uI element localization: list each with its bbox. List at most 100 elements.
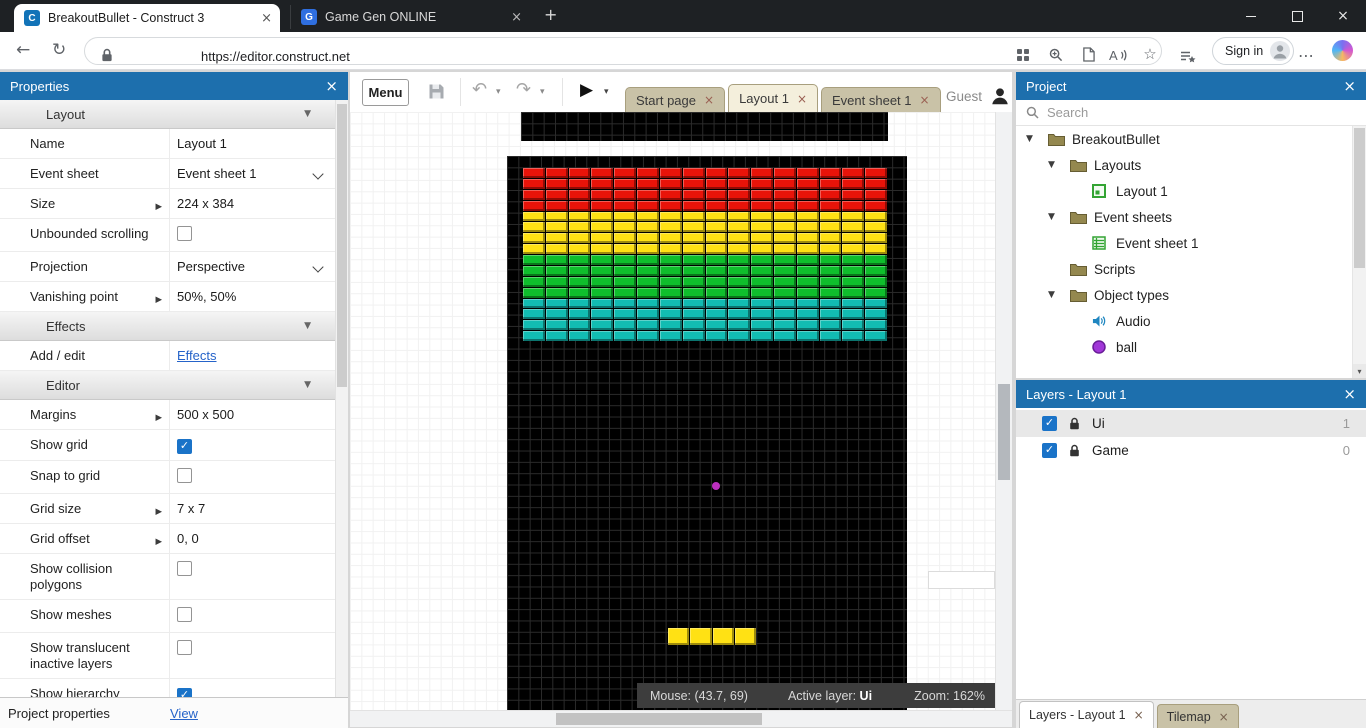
property-row-margins[interactable]: Margins ▶ 500 x 500 — [0, 400, 335, 430]
tree-item-ball[interactable]: ball — [1016, 334, 1352, 360]
brick[interactable] — [545, 178, 568, 189]
brick[interactable] — [591, 189, 614, 200]
brick[interactable] — [659, 287, 682, 298]
brick[interactable] — [682, 211, 705, 222]
brick[interactable] — [751, 178, 773, 189]
brick[interactable] — [591, 255, 614, 265]
tree-item-event-sheets[interactable]: ▼ Event sheets — [1016, 204, 1352, 230]
tab-close-icon[interactable]: × — [797, 92, 807, 106]
brick[interactable] — [568, 233, 591, 244]
brick[interactable] — [682, 168, 705, 178]
brick[interactable] — [568, 287, 591, 298]
brick[interactable] — [568, 200, 591, 211]
brick[interactable] — [614, 189, 637, 200]
brick[interactable] — [705, 298, 728, 309]
brick[interactable] — [865, 320, 887, 331]
brick[interactable] — [773, 320, 796, 331]
brick[interactable] — [568, 320, 591, 331]
brick[interactable] — [682, 178, 705, 189]
brick[interactable] — [591, 222, 614, 233]
brick[interactable] — [682, 233, 705, 244]
brick[interactable] — [659, 265, 682, 276]
brick[interactable] — [819, 320, 842, 331]
brick[interactable] — [637, 265, 659, 276]
brick[interactable] — [659, 255, 682, 265]
brick[interactable] — [591, 168, 614, 178]
brick[interactable] — [751, 287, 773, 298]
brick[interactable] — [545, 200, 568, 211]
brick[interactable] — [819, 178, 842, 189]
copilot-icon[interactable] — [1332, 40, 1353, 61]
property-row-show-meshes[interactable]: Show meshes — [0, 600, 335, 633]
brick[interactable] — [705, 233, 728, 244]
new-tab-button[interactable]: + — [544, 5, 557, 24]
brick[interactable] — [637, 200, 659, 211]
property-row-size[interactable]: Size ▶ 224 x 384 — [0, 189, 335, 219]
brick[interactable] — [682, 200, 705, 211]
brick[interactable] — [637, 233, 659, 244]
minimize-button[interactable] — [1228, 0, 1274, 32]
brick[interactable] — [591, 178, 614, 189]
favorite-star-icon[interactable]: ☆ — [1140, 44, 1160, 64]
save-icon[interactable] — [428, 83, 445, 103]
tree-item-event-sheet-1[interactable]: Event sheet 1 — [1016, 230, 1352, 256]
brick[interactable] — [705, 200, 728, 211]
brick[interactable] — [865, 255, 887, 265]
tab-layers-layout-1[interactable]: Layers - Layout 1 × — [1019, 701, 1154, 728]
brick[interactable] — [568, 331, 591, 341]
tab-close-icon[interactable]: × — [261, 11, 272, 26]
brick[interactable] — [773, 265, 796, 276]
tab-layout-1[interactable]: Layout 1 × — [728, 84, 818, 112]
scrollbar-thumb[interactable] — [998, 384, 1010, 480]
brick[interactable] — [842, 331, 865, 341]
brick[interactable] — [819, 255, 842, 265]
brick[interactable] — [545, 211, 568, 222]
undo-dropdown-icon[interactable]: ▾ — [496, 87, 501, 97]
brick[interactable] — [842, 233, 865, 244]
menu-button[interactable]: Menu — [362, 79, 409, 106]
brick[interactable] — [682, 331, 705, 341]
brick[interactable] — [637, 309, 659, 320]
brick[interactable] — [659, 244, 682, 254]
brick[interactable] — [796, 331, 819, 341]
brick[interactable] — [728, 309, 751, 320]
brick[interactable] — [842, 189, 865, 200]
brick[interactable] — [614, 265, 637, 276]
brick[interactable] — [705, 331, 728, 341]
property-row-projection[interactable]: Projection Perspective — [0, 252, 335, 282]
brick[interactable] — [568, 309, 591, 320]
properties-scrollbar[interactable] — [335, 100, 348, 698]
brick[interactable] — [773, 211, 796, 222]
brick[interactable] — [751, 255, 773, 265]
canvas-horizontal-scrollbar[interactable] — [350, 710, 1012, 727]
brick[interactable] — [728, 298, 751, 309]
checkbox-show-meshes[interactable] — [177, 607, 192, 622]
brick[interactable] — [637, 276, 659, 287]
reload-icon[interactable]: ↻ — [52, 40, 66, 60]
scrollbar-thumb[interactable] — [337, 104, 347, 387]
brick[interactable] — [614, 178, 637, 189]
brick[interactable] — [568, 244, 591, 254]
browser-tab-breakoutbullet[interactable]: C BreakoutBullet - Construct 3 × — [14, 4, 280, 32]
brick[interactable] — [568, 255, 591, 265]
tab-close-icon[interactable]: × — [920, 93, 930, 107]
brick[interactable] — [773, 233, 796, 244]
tab-start-page[interactable]: Start page × — [625, 87, 726, 112]
brick[interactable] — [751, 244, 773, 254]
tree-item-breakoutbullet[interactable]: ▼ BreakoutBullet — [1016, 126, 1352, 152]
collapse-caret-icon[interactable]: ▼ — [304, 321, 311, 331]
brick[interactable] — [637, 222, 659, 233]
brick[interactable] — [591, 331, 614, 341]
browser-menu-dots-icon[interactable]: ⋯ — [1296, 45, 1316, 65]
brick[interactable] — [523, 244, 545, 254]
brick[interactable] — [751, 265, 773, 276]
brick[interactable] — [523, 211, 545, 222]
expand-arrow-icon[interactable]: ▶ — [155, 292, 162, 308]
redo-icon[interactable]: ↷ — [516, 79, 531, 100]
brick[interactable] — [819, 211, 842, 222]
tab-close-icon[interactable]: × — [704, 93, 714, 107]
brick[interactable] — [705, 320, 728, 331]
brick[interactable] — [523, 200, 545, 211]
brick[interactable] — [751, 200, 773, 211]
brick[interactable] — [614, 244, 637, 254]
